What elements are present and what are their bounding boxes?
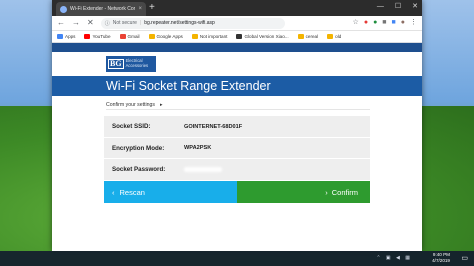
breadcrumb-arrow-icon: ▸ [160,102,163,108]
breadcrumb-divider [106,109,370,110]
password-label: Socket Password: [112,165,166,173]
info-icon[interactable]: ⓘ [105,20,110,27]
close-window-icon[interactable]: ✕ [412,2,418,12]
tray-icons[interactable]: ⌃ ▣ ◀ ▦ [376,255,412,261]
address-separator: | [139,20,142,26]
encryption-label: Encryption Mode: [112,144,165,152]
clock-date: 4/7/2019 [432,258,450,263]
bookmarks-bar: Apps YouTube Gmail Google Apps Not impor… [52,31,422,43]
extension-icons: ☆ ● ● ■ ■ ● ⋮ [353,19,417,27]
ssid-label: Socket SSID: [112,123,151,130]
field-encryption: Encryption Mode: WPA2PSK [104,137,370,158]
logo-mark: BG [108,59,124,69]
chevron-right-icon: › [325,187,328,197]
new-tab-button[interactable]: + [149,2,155,14]
clock-time: 9:40 PM [432,252,450,257]
tab-strip: Wi-Fi Extender - Network Confi × + — ☐ ✕ [52,0,422,16]
extension-blue-icon[interactable]: ■ [392,19,396,27]
ssid-value: GOINTERNET-68D01F [184,123,243,130]
back-icon[interactable]: ← [57,19,65,27]
profile-avatar[interactable]: ● [401,19,405,27]
bookmark-old[interactable]: old [327,34,341,39]
browser-toolbar: ← → ✕ ⓘ Not secure | bg.repeater.net/set… [52,16,422,31]
site-icon [236,34,243,39]
reload-icon[interactable]: ✕ [87,19,94,27]
bookmark-google-apps[interactable]: Google Apps [148,34,183,39]
rescan-label: Rescan [119,187,145,197]
youtube-icon [84,34,91,39]
apps-icon [57,34,63,39]
settings-panel: Socket SSID: GOINTERNET-68D01F Encryptio… [104,116,370,180]
page-title: Wi-Fi Socket Range Extender [106,79,271,93]
security-label: Not secure [112,20,137,26]
bookmark-gmail[interactable]: Gmail [119,34,140,39]
address-url[interactable]: bg.repeater.net/settings-wifi.asp [144,20,215,26]
field-ssid: Socket SSID: GOINTERNET-68D01F [104,116,370,137]
password-value-redacted [184,166,222,172]
address-bar[interactable]: ⓘ Not secure | bg.repeater.net/settings-… [100,17,285,29]
folder-icon [148,34,155,39]
page-header: Wi-Fi Socket Range Extender [52,76,422,96]
gmail-icon [119,34,126,39]
breadcrumb: Confirm your settings ▸ [106,102,163,108]
bg-logo: BG Electrical Accessories [106,56,156,72]
confirm-label: Confirm [331,187,358,197]
folder-icon [327,34,334,39]
bookmark-not-important[interactable]: Not important [191,34,227,39]
extension-gray-icon[interactable]: ■ [382,19,386,27]
bookmark-cereal[interactable]: cereal [297,34,318,39]
window-controls: — ☐ ✕ [377,2,418,12]
minimize-icon[interactable]: — [377,2,384,12]
rescan-button[interactable]: ‹ Rescan [104,181,237,203]
extension-red-icon[interactable]: ● [364,19,368,27]
browser-window: Wi-Fi Extender - Network Confi × + — ☐ ✕… [52,0,422,251]
tab-close-icon[interactable]: × [138,6,142,12]
breadcrumb-label: Confirm your settings [106,102,156,108]
taskbar: ⌃ ▣ ◀ ▦ 9:40 PM 4/7/2019 ▭ [0,251,474,266]
maximize-icon[interactable]: ☐ [395,2,401,12]
tab-title: Wi-Fi Extender - Network Confi [70,6,136,12]
notification-icon[interactable]: ▭ [461,254,468,262]
forward-icon[interactable]: → [72,19,80,27]
top-band [52,43,422,52]
system-clock[interactable]: 9:40 PM 4/7/2019 [432,252,450,264]
folder-icon [191,34,198,39]
folder-icon [297,34,304,39]
menu-icon[interactable]: ⋮ [410,19,417,27]
bookmark-youtube[interactable]: YouTube [84,34,111,39]
logo-text: Electrical Accessories [125,58,149,68]
confirm-button[interactable]: › Confirm [237,181,370,203]
browser-tab[interactable]: Wi-Fi Extender - Network Confi × [56,2,146,16]
web-page: BG Electrical Accessories Wi-Fi Socket R… [52,43,422,251]
bookmark-apps[interactable]: Apps [57,34,75,39]
extension-green-icon[interactable]: ● [373,19,377,27]
bookmark-global-version[interactable]: Global Version Xiao... [236,34,289,39]
field-password: Socket Password: [104,158,370,179]
star-icon[interactable]: ☆ [353,19,359,27]
tab-favicon-icon [60,5,67,13]
chevron-left-icon: ‹ [112,187,115,197]
encryption-value: WPA2PSK [184,145,212,151]
